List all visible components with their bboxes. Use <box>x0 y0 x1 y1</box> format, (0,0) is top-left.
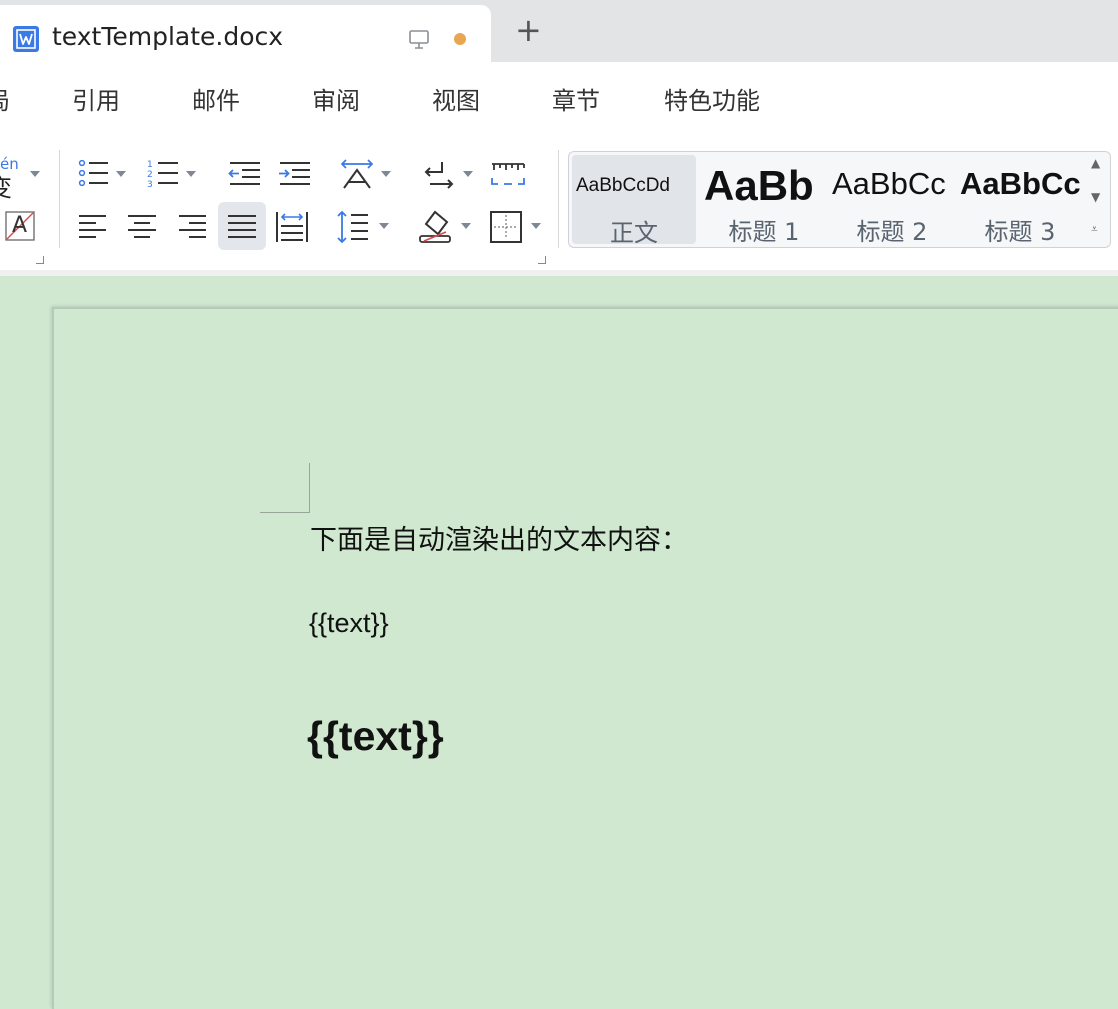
decrease-indent-icon[interactable] <box>228 158 262 190</box>
style-heading-2[interactable]: AaBbCc 标题 2 <box>828 152 956 247</box>
scroll-down-icon[interactable]: ▼ <box>1091 190 1100 204</box>
chevron-down-icon[interactable] <box>463 171 473 177</box>
menu-item-mailings[interactable]: 邮件 <box>192 81 240 116</box>
svg-text:1: 1 <box>147 160 153 170</box>
document-paragraph-2[interactable]: {{text}} <box>309 608 389 639</box>
document-page[interactable] <box>52 307 1118 1009</box>
separator <box>59 150 60 248</box>
borders-icon[interactable] <box>490 211 522 243</box>
ribbon-toolbar: én 变 1 2 3 <box>0 134 1118 271</box>
style-normal[interactable]: AaBbCcDd 正文 <box>572 155 696 244</box>
pinyin-guide-button[interactable]: én 变 <box>0 155 30 202</box>
numbered-list-icon[interactable]: 1 2 3 <box>146 158 180 190</box>
justify-button[interactable] <box>218 202 266 250</box>
style-heading-3[interactable]: AaBbCc 标题 3 <box>956 152 1080 247</box>
document-tab-title: textTemplate.docx <box>52 22 284 51</box>
svg-text:3: 3 <box>147 180 153 190</box>
document-paragraph-1[interactable]: 下面是自动渲染出的文本内容： <box>310 518 688 557</box>
styles-gallery: AaBbCcDd 正文 AaBb 标题 1 AaBbCc 标题 2 AaBbCc… <box>568 151 1111 248</box>
separator <box>558 150 559 248</box>
new-tab-button[interactable]: + <box>515 14 542 46</box>
scroll-up-icon[interactable]: ▲ <box>1091 156 1100 170</box>
menu-bar: 局 引用 邮件 审阅 视图 章节 特色功能 <box>0 62 1118 134</box>
chevron-down-icon[interactable] <box>116 171 126 177</box>
align-center-icon[interactable] <box>127 212 157 242</box>
chevron-down-icon[interactable] <box>30 171 40 177</box>
clear-formatting-button[interactable]: A <box>5 211 35 241</box>
tab-stops-icon[interactable] <box>490 160 526 188</box>
style-sample: AaBbCc <box>832 166 946 201</box>
document-tab[interactable]: textTemplate.docx <box>0 5 491 62</box>
pinyin-glyph: 变 <box>0 168 12 203</box>
style-heading-1[interactable]: AaBb 标题 1 <box>700 152 828 247</box>
chevron-down-icon[interactable] <box>531 223 541 229</box>
chevron-down-icon[interactable] <box>186 171 196 177</box>
wps-writer-icon <box>13 26 39 52</box>
svg-text:2: 2 <box>147 170 153 180</box>
style-label: 标题 1 <box>728 218 800 246</box>
menu-item-layout[interactable]: 局 <box>0 81 10 116</box>
paragraph-shading-icon[interactable] <box>418 208 454 244</box>
style-sample: AaBb <box>704 162 814 209</box>
increase-indent-icon[interactable] <box>278 158 312 190</box>
menu-item-references[interactable]: 引用 <box>72 81 120 116</box>
menu-item-view[interactable]: 视图 <box>432 81 480 116</box>
chevron-down-icon[interactable] <box>461 223 471 229</box>
tab-bar: textTemplate.docx + <box>0 0 1118 62</box>
align-right-icon[interactable] <box>177 212 207 242</box>
chevron-down-icon[interactable] <box>381 171 391 177</box>
clear-format-glyph: A <box>12 213 28 238</box>
gallery-expand-icon[interactable]: ⩡ <box>1091 222 1098 237</box>
ribbon-divider <box>0 270 1118 276</box>
monitor-icon[interactable] <box>408 29 430 55</box>
menu-item-special-features[interactable]: 特色功能 <box>664 81 760 116</box>
style-label: 标题 2 <box>856 218 928 246</box>
margin-corner-mark <box>309 463 310 513</box>
menu-item-review[interactable]: 审阅 <box>312 81 360 116</box>
paragraph-group-launcher-icon[interactable] <box>538 256 546 264</box>
character-spacing-icon[interactable] <box>338 156 376 190</box>
bullet-list-icon[interactable] <box>78 158 110 190</box>
distributed-align-icon[interactable] <box>275 210 309 244</box>
style-label: 标题 3 <box>984 218 1056 246</box>
align-left-icon[interactable] <box>78 212 108 242</box>
gallery-scrollbar[interactable]: ▲ ▼ ⩡ <box>1084 152 1110 247</box>
style-sample: AaBbCcDd <box>576 175 670 196</box>
line-wrap-icon[interactable] <box>422 158 456 190</box>
line-spacing-icon[interactable] <box>336 210 370 244</box>
style-label: 正文 <box>610 219 658 244</box>
menu-item-section[interactable]: 章节 <box>552 81 600 116</box>
chevron-down-icon[interactable] <box>379 223 389 229</box>
font-group-launcher-icon[interactable] <box>36 256 44 264</box>
style-sample: AaBbCc <box>960 166 1080 201</box>
align-justify-icon <box>228 215 256 238</box>
margin-corner-mark <box>260 512 310 513</box>
unsaved-indicator <box>454 33 466 45</box>
document-paragraph-3[interactable]: {{text}} <box>307 713 444 760</box>
